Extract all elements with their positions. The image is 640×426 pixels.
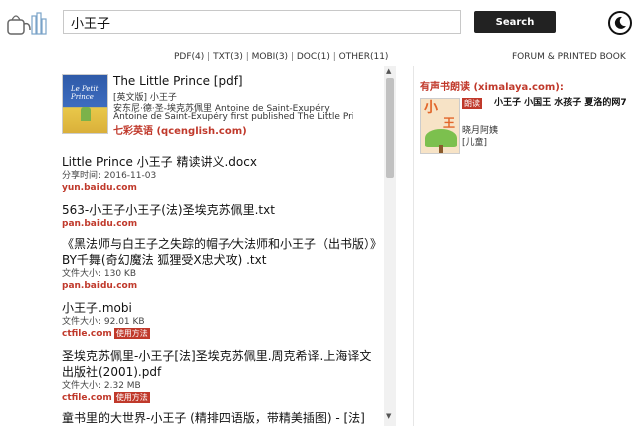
cover-title-text: Le Petit Prince <box>71 85 99 101</box>
result-title[interactable]: 《黑法师与白王子之失踪的帽子⁄大法师和小王子（出书版）》BY千舞(奇幻魔法 狐狸… <box>62 236 380 268</box>
list-item: 圣埃克苏佩里-小王子[法]圣埃克苏佩里.周克希译.上海译文出版社(2001).p… <box>62 348 380 404</box>
audiobook-category: [儿童] <box>462 138 488 148</box>
list-item: 小王子.mobi 文件大小: 92.01 KB ctfile.com 使用方法 <box>62 300 380 340</box>
scroll-up-arrow-icon[interactable]: ▲ <box>386 67 391 75</box>
list-item: 《黑法师与白王子之失踪的帽子⁄大法师和小王子（出书版）》BY千舞(奇幻魔法 狐狸… <box>62 236 380 292</box>
result-title[interactable]: 童书里的大世界-小王子 (精排四语版，带精美插图) - [法] <box>62 410 380 426</box>
filter-txt[interactable]: TXT(3) <box>213 52 243 62</box>
result-host[interactable]: ctfile.com <box>62 329 112 339</box>
list-item: 童书里的大世界-小王子 (精排四语版，带精美插图) - [法] <box>62 410 380 426</box>
list-item: 563-小王子小王子(法)圣埃克苏佩里.txt pan.baidu.com <box>62 202 380 230</box>
result-title[interactable]: 563-小王子小王子(法)圣埃克苏佩里.txt <box>62 202 380 218</box>
filter-pdf[interactable]: PDF(4) <box>174 52 204 62</box>
result-host[interactable]: pan.baidu.com <box>62 218 380 230</box>
filter-other[interactable]: OTHER(11) <box>339 52 389 62</box>
sidebar-divider <box>413 66 414 426</box>
result-title[interactable]: 圣埃克苏佩里-小王子[法]圣埃克苏佩里.周克希译.上海译文出版社(2001).p… <box>62 348 380 380</box>
forum-link[interactable]: FORUM & PRINTED BOOK <box>512 52 626 62</box>
audiobook-title[interactable]: 小王子 小国王 水孩子 夏洛的网7 <box>462 97 638 110</box>
scroll-thumb[interactable] <box>386 78 394 178</box>
result-title[interactable]: 小王子.mobi <box>62 300 380 316</box>
result-host-row: ctfile.com 使用方法 <box>62 328 380 340</box>
result-host-row: ctfile.com 使用方法 <box>62 392 380 404</box>
moon-icon[interactable] <box>608 11 632 35</box>
featured-source-link[interactable]: 七彩英语 (qcenglish.com) <box>113 122 247 137</box>
result-meta: 文件大小: 130 KB <box>62 269 137 279</box>
filter-doc[interactable]: DOC(1) <box>297 52 330 62</box>
result-meta: 文件大小: 2.32 MB <box>62 381 141 391</box>
howto-button[interactable]: 使用方法 <box>113 328 150 339</box>
result-host[interactable]: pan.baidu.com <box>62 280 380 292</box>
list-item: Little Prince 小王子 精读讲义.docx 分享时间: 2016-1… <box>62 154 380 194</box>
featured-blurb: Antoine de Saint-Exupéry first published… <box>113 112 353 122</box>
result-host[interactable]: ctfile.com <box>62 393 112 403</box>
featured-result[interactable]: Le Petit Prince The Little Prince [pdf] … <box>62 74 382 146</box>
book-cover-image[interactable]: Le Petit Prince <box>62 74 108 134</box>
filter-mobi[interactable]: MOBI(3) <box>252 52 288 62</box>
results-scrollbar[interactable]: ▲ ▼ <box>384 66 396 426</box>
result-meta: 分享时间: 2016-11-03 <box>62 171 157 181</box>
result-host[interactable]: yun.baidu.com <box>62 182 380 194</box>
header: Search <box>0 0 640 46</box>
result-meta: 文件大小: 92.01 KB <box>62 317 145 327</box>
results-list: Le Petit Prince The Little Prince [pdf] … <box>56 66 396 426</box>
search-button[interactable]: Search <box>474 11 556 33</box>
tea-kettle-logo[interactable] <box>6 10 48 36</box>
result-title[interactable]: Little Prince 小王子 精读讲义.docx <box>62 154 380 170</box>
format-filter-bar: PDF(4) | TXT(3) | MOBI(3) | DOC(1) | OTH… <box>174 52 389 62</box>
audiobook-section-title[interactable]: 有声书朗读 (ximalaya.com): <box>420 78 564 93</box>
audiobook-cover-image[interactable]: 小 王 <box>420 98 460 154</box>
howto-button[interactable]: 使用方法 <box>113 392 150 403</box>
scroll-down-arrow-icon[interactable]: ▼ <box>386 412 391 420</box>
featured-title[interactable]: The Little Prince [pdf] <box>113 74 243 88</box>
read-aloud-badge: 朗读 <box>462 98 482 109</box>
search-input[interactable] <box>63 10 461 34</box>
